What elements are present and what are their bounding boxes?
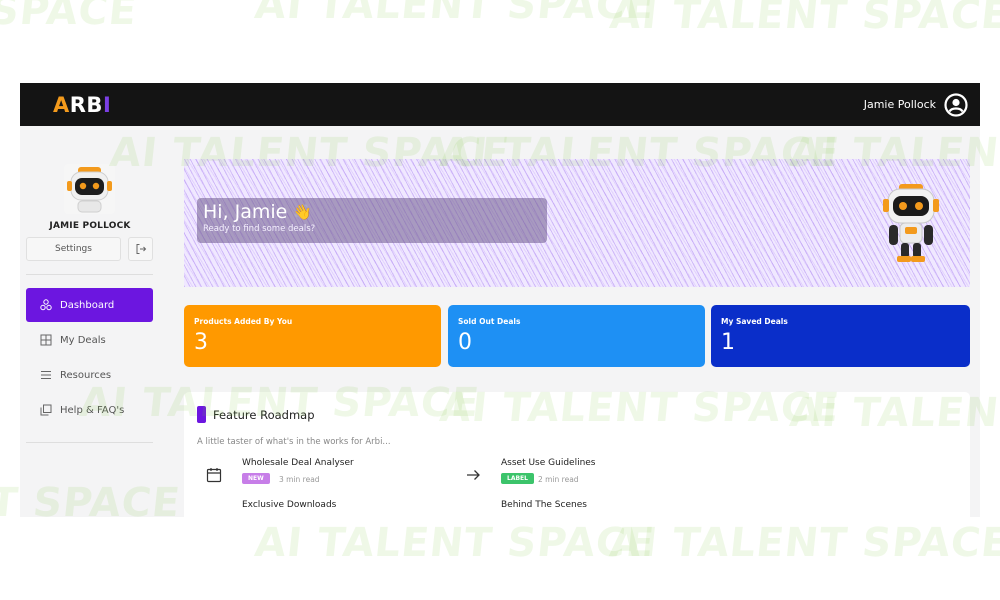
badge-new: NEW bbox=[242, 473, 270, 484]
stat-label: Products Added By You bbox=[194, 317, 293, 326]
deals-icon bbox=[40, 334, 52, 346]
top-bar: A RB I Jamie Pollock bbox=[20, 83, 980, 126]
stat-label: Sold Out Deals bbox=[458, 317, 521, 326]
watermark: AI TALENT SPACE bbox=[607, 0, 1000, 38]
stat-value: 1 bbox=[721, 330, 735, 355]
user-menu[interactable]: Jamie Pollock bbox=[863, 92, 968, 117]
arbi-logo[interactable]: A RB I bbox=[53, 93, 111, 117]
sidebar-item-label: My Deals bbox=[60, 334, 106, 346]
help-icon bbox=[40, 404, 52, 416]
robot-mascot-icon bbox=[883, 184, 939, 262]
read-time: 3 min read bbox=[279, 475, 320, 484]
roadmap-accent-bar bbox=[197, 406, 206, 423]
logout-icon bbox=[136, 244, 146, 254]
logout-button[interactable] bbox=[128, 237, 153, 261]
watermark: AI TALENT SPACE bbox=[607, 520, 1000, 566]
dashboard-icon bbox=[40, 299, 52, 311]
profile-name: JAMIE POLLOCK bbox=[49, 221, 131, 231]
stat-card-saved-deals[interactable]: My Saved Deals 1 bbox=[711, 305, 970, 367]
film-icon bbox=[464, 508, 482, 517]
sidebar-item-help[interactable]: Help & FAQ's bbox=[26, 393, 153, 427]
app-window: A RB I Jamie Pollock JAMIE POLLOCK Setting… bbox=[20, 83, 980, 517]
roadmap-item-asset-use-guidelines[interactable]: Asset Use Guidelines LABEL 2 min read bbox=[456, 458, 676, 492]
greeting-box: Hi, Jamie 👋 Ready to find some deals? bbox=[197, 198, 547, 243]
welcome-banner: Hi, Jamie 👋 Ready to find some deals? bbox=[184, 159, 970, 287]
settings-button[interactable]: Settings bbox=[26, 237, 121, 261]
sidebar-item-dashboard[interactable]: Dashboard bbox=[26, 288, 153, 322]
stat-card-sold-out-deals[interactable]: Sold Out Deals 0 bbox=[448, 305, 705, 367]
watermark: AI TALENT SPACE bbox=[252, 520, 657, 566]
greeting-title: Hi, Jamie 👋 bbox=[203, 201, 541, 223]
feature-roadmap-card: Feature Roadmap A little taster of what'… bbox=[184, 392, 970, 517]
sidebar-item-resources[interactable]: Resources bbox=[26, 358, 153, 392]
logo-letter-i: I bbox=[102, 92, 112, 117]
roadmap-item-title: Exclusive Downloads bbox=[242, 500, 337, 510]
profile-robot-avatar bbox=[64, 164, 115, 214]
sidebar-divider bbox=[26, 442, 153, 443]
stat-label: My Saved Deals bbox=[721, 317, 788, 326]
roadmap-subtitle: A little taster of what's in the works f… bbox=[197, 437, 391, 447]
arrow-right-icon bbox=[467, 470, 480, 480]
stat-value: 3 bbox=[194, 330, 208, 355]
resources-icon bbox=[41, 371, 51, 379]
badge-label: LABEL bbox=[501, 473, 534, 484]
roadmap-title: Feature Roadmap bbox=[213, 408, 315, 422]
header-user-name: Jamie Pollock bbox=[863, 98, 936, 111]
read-time: 2 min read bbox=[538, 475, 579, 484]
stat-card-products-added[interactable]: Products Added By You 3 bbox=[184, 305, 441, 367]
roadmap-item-behind-the-scenes[interactable]: Behind The Scenes bbox=[456, 500, 676, 517]
watermark: SPACE bbox=[0, 0, 140, 34]
sidebar-item-my-deals[interactable]: My Deals bbox=[26, 323, 153, 357]
stat-value: 0 bbox=[458, 330, 472, 355]
sidebar: JAMIE POLLOCK Settings Dashboard My Deal… bbox=[20, 126, 160, 517]
sidebar-item-label: Help & FAQ's bbox=[60, 404, 125, 416]
watermark: AI TALENT SPACE bbox=[252, 0, 657, 28]
greeting-text: Hi, Jamie bbox=[203, 201, 288, 223]
roadmap-item-wholesale-deal-analyser[interactable]: Wholesale Deal Analyser NEW 3 min read bbox=[197, 458, 417, 492]
logo-letters-rb: RB bbox=[69, 92, 103, 117]
sidebar-divider bbox=[26, 274, 153, 275]
download-icon bbox=[205, 508, 223, 517]
waving-hand-icon: 👋 bbox=[293, 203, 313, 221]
sidebar-item-label: Resources bbox=[60, 369, 112, 381]
greeting-subtitle: Ready to find some deals? bbox=[203, 224, 316, 234]
logo-letter-a: A bbox=[53, 92, 70, 117]
main-content: Hi, Jamie 👋 Ready to find some deals? Pr… bbox=[184, 126, 970, 517]
roadmap-item-title: Asset Use Guidelines bbox=[501, 458, 596, 468]
sidebar-item-label: Dashboard bbox=[60, 299, 115, 311]
roadmap-item-title: Behind The Scenes bbox=[501, 500, 587, 510]
calendar-icon bbox=[206, 468, 222, 483]
roadmap-item-exclusive-downloads[interactable]: Exclusive Downloads bbox=[197, 500, 417, 517]
user-avatar-icon[interactable] bbox=[944, 92, 968, 117]
roadmap-item-title: Wholesale Deal Analyser bbox=[242, 458, 354, 468]
